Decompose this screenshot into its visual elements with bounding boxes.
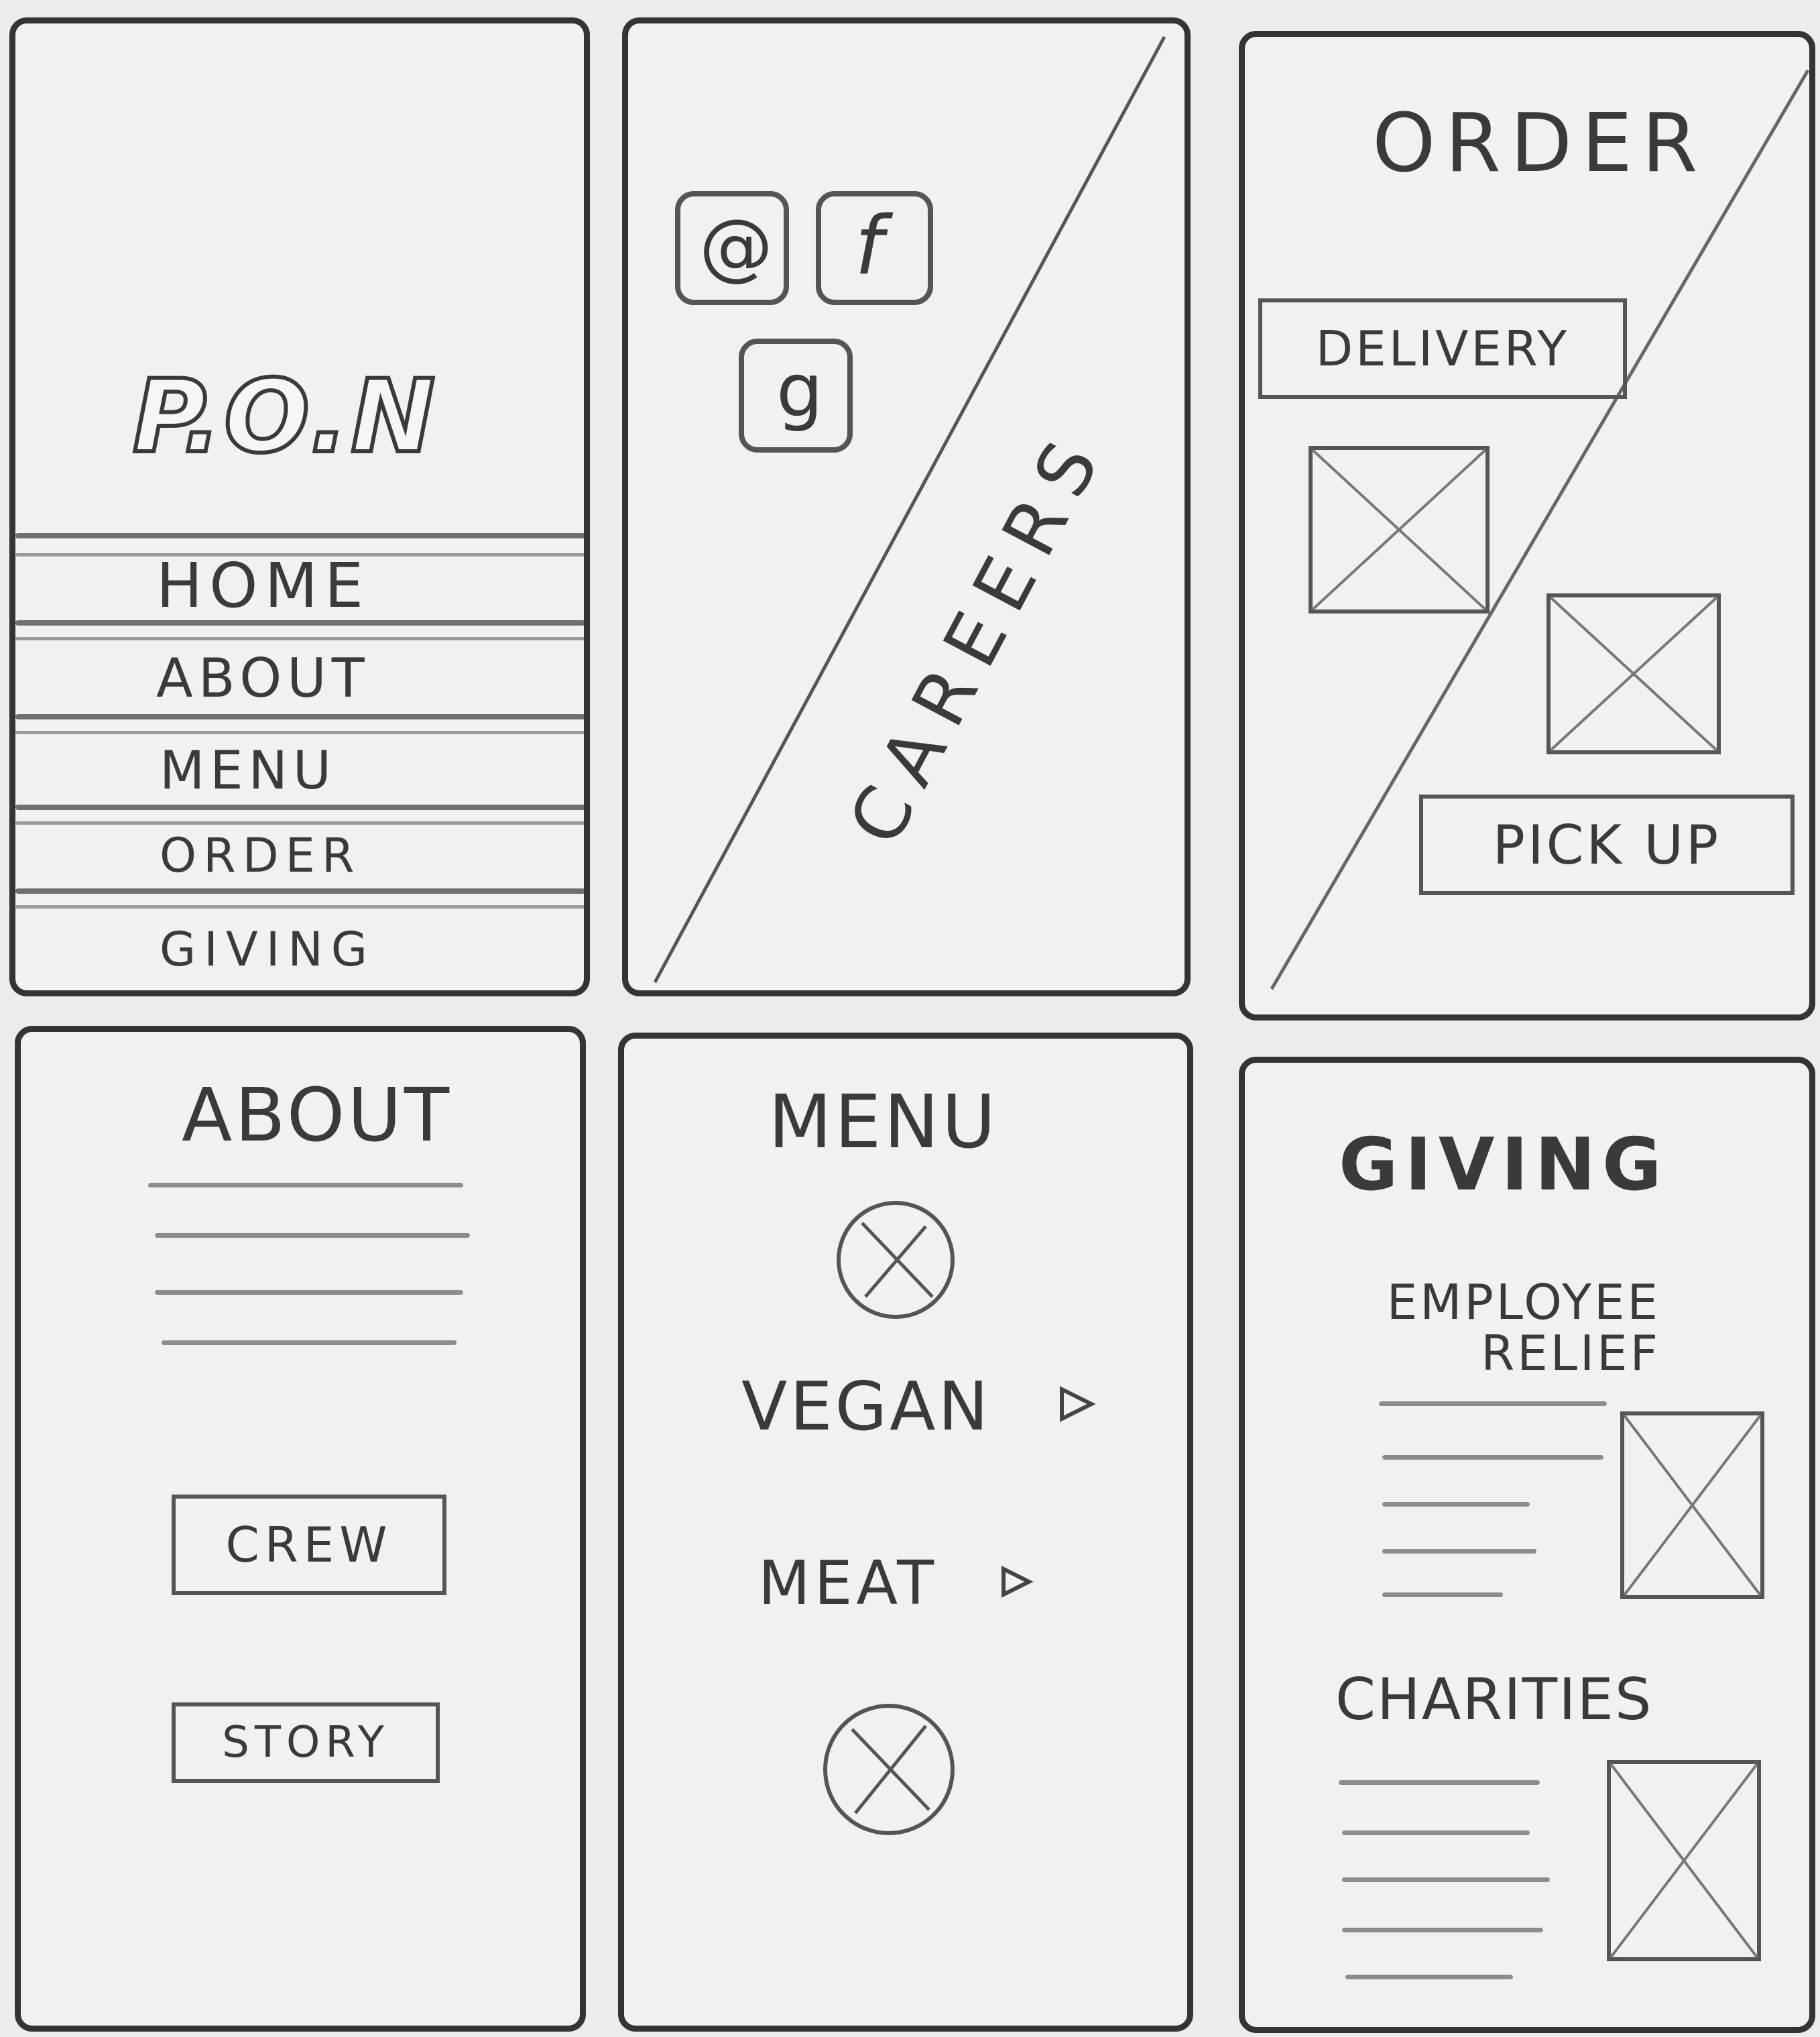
screen-menu: MENU VEGAN MEAT bbox=[618, 1033, 1193, 2032]
section-heading-charities: CHARITIES bbox=[1335, 1666, 1653, 1733]
image-placeholder bbox=[1309, 446, 1490, 614]
delivery-button[interactable]: DELIVERY bbox=[1258, 298, 1627, 399]
nav-divider bbox=[15, 533, 584, 538]
screen-social: @ f g CAREERS bbox=[622, 17, 1191, 996]
text-line bbox=[155, 1290, 463, 1295]
nav-item-order[interactable]: ORDER bbox=[160, 828, 361, 883]
text-line bbox=[1382, 1549, 1536, 1554]
text-line bbox=[1382, 1592, 1503, 1597]
nav-divider bbox=[15, 805, 584, 810]
text-line bbox=[1382, 1502, 1530, 1507]
text-line bbox=[1339, 1780, 1540, 1785]
nav-divider bbox=[15, 888, 584, 894]
nav-item-giving[interactable]: GIVING bbox=[160, 922, 375, 977]
text-line bbox=[162, 1340, 457, 1345]
instagram-icon[interactable]: @ bbox=[675, 191, 789, 305]
menu-image-placeholder bbox=[837, 1201, 955, 1319]
text-line bbox=[1379, 1401, 1607, 1406]
text-line bbox=[1342, 1928, 1543, 1932]
crew-button[interactable]: CREW bbox=[172, 1495, 446, 1595]
text-line bbox=[148, 1183, 463, 1187]
screen-about: ABOUT CREW STORY bbox=[15, 1026, 586, 2032]
image-placeholder bbox=[1546, 593, 1721, 754]
text-line bbox=[155, 1233, 470, 1238]
section-heading-employee-relief: EMPLOYEE RELIEF bbox=[1386, 1274, 1660, 1381]
menu-image-placeholder bbox=[823, 1704, 955, 1835]
nav-item-home[interactable]: HOME bbox=[156, 550, 370, 622]
page-title: GIVING bbox=[1339, 1123, 1669, 1207]
screen-giving: GIVING EMPLOYEE RELIEF CHARITIES bbox=[1239, 1057, 1815, 2033]
story-button[interactable]: STORY bbox=[172, 1702, 440, 1783]
nav-divider bbox=[15, 731, 584, 734]
image-placeholder bbox=[1607, 1760, 1761, 1961]
nav-divider bbox=[15, 620, 584, 626]
text-line bbox=[1342, 1830, 1530, 1835]
facebook-icon[interactable]: f bbox=[816, 191, 933, 305]
nav-divider bbox=[15, 821, 584, 825]
page-title: MENU bbox=[768, 1079, 999, 1165]
nav-divider bbox=[15, 637, 584, 640]
logo: P.O.N bbox=[131, 357, 438, 477]
chevron-right-icon bbox=[1060, 1386, 1096, 1422]
text-line bbox=[1342, 1877, 1550, 1882]
screen-order: ORDER DELIVERY PICK UP bbox=[1239, 31, 1815, 1021]
page-title: ABOUT bbox=[182, 1072, 452, 1158]
meat-category[interactable]: MEAT bbox=[758, 1548, 1034, 1619]
nav-item-menu[interactable]: MENU bbox=[160, 741, 337, 801]
nav-divider bbox=[15, 714, 584, 719]
pickup-button[interactable]: PICK UP bbox=[1419, 795, 1795, 895]
chevron-right-icon bbox=[1002, 1566, 1034, 1598]
text-line bbox=[1382, 1455, 1603, 1460]
page-title: ORDER bbox=[1372, 97, 1707, 190]
screen-home: P.O.N HOME ABOUT MENU ORDER GIVING bbox=[9, 17, 590, 996]
nav-item-about[interactable]: ABOUT bbox=[156, 647, 370, 709]
vegan-category[interactable]: VEGAN bbox=[741, 1367, 1096, 1446]
google-icon[interactable]: g bbox=[739, 339, 853, 453]
image-placeholder bbox=[1620, 1411, 1764, 1599]
nav-divider bbox=[15, 905, 584, 909]
text-line bbox=[1345, 1975, 1513, 1979]
